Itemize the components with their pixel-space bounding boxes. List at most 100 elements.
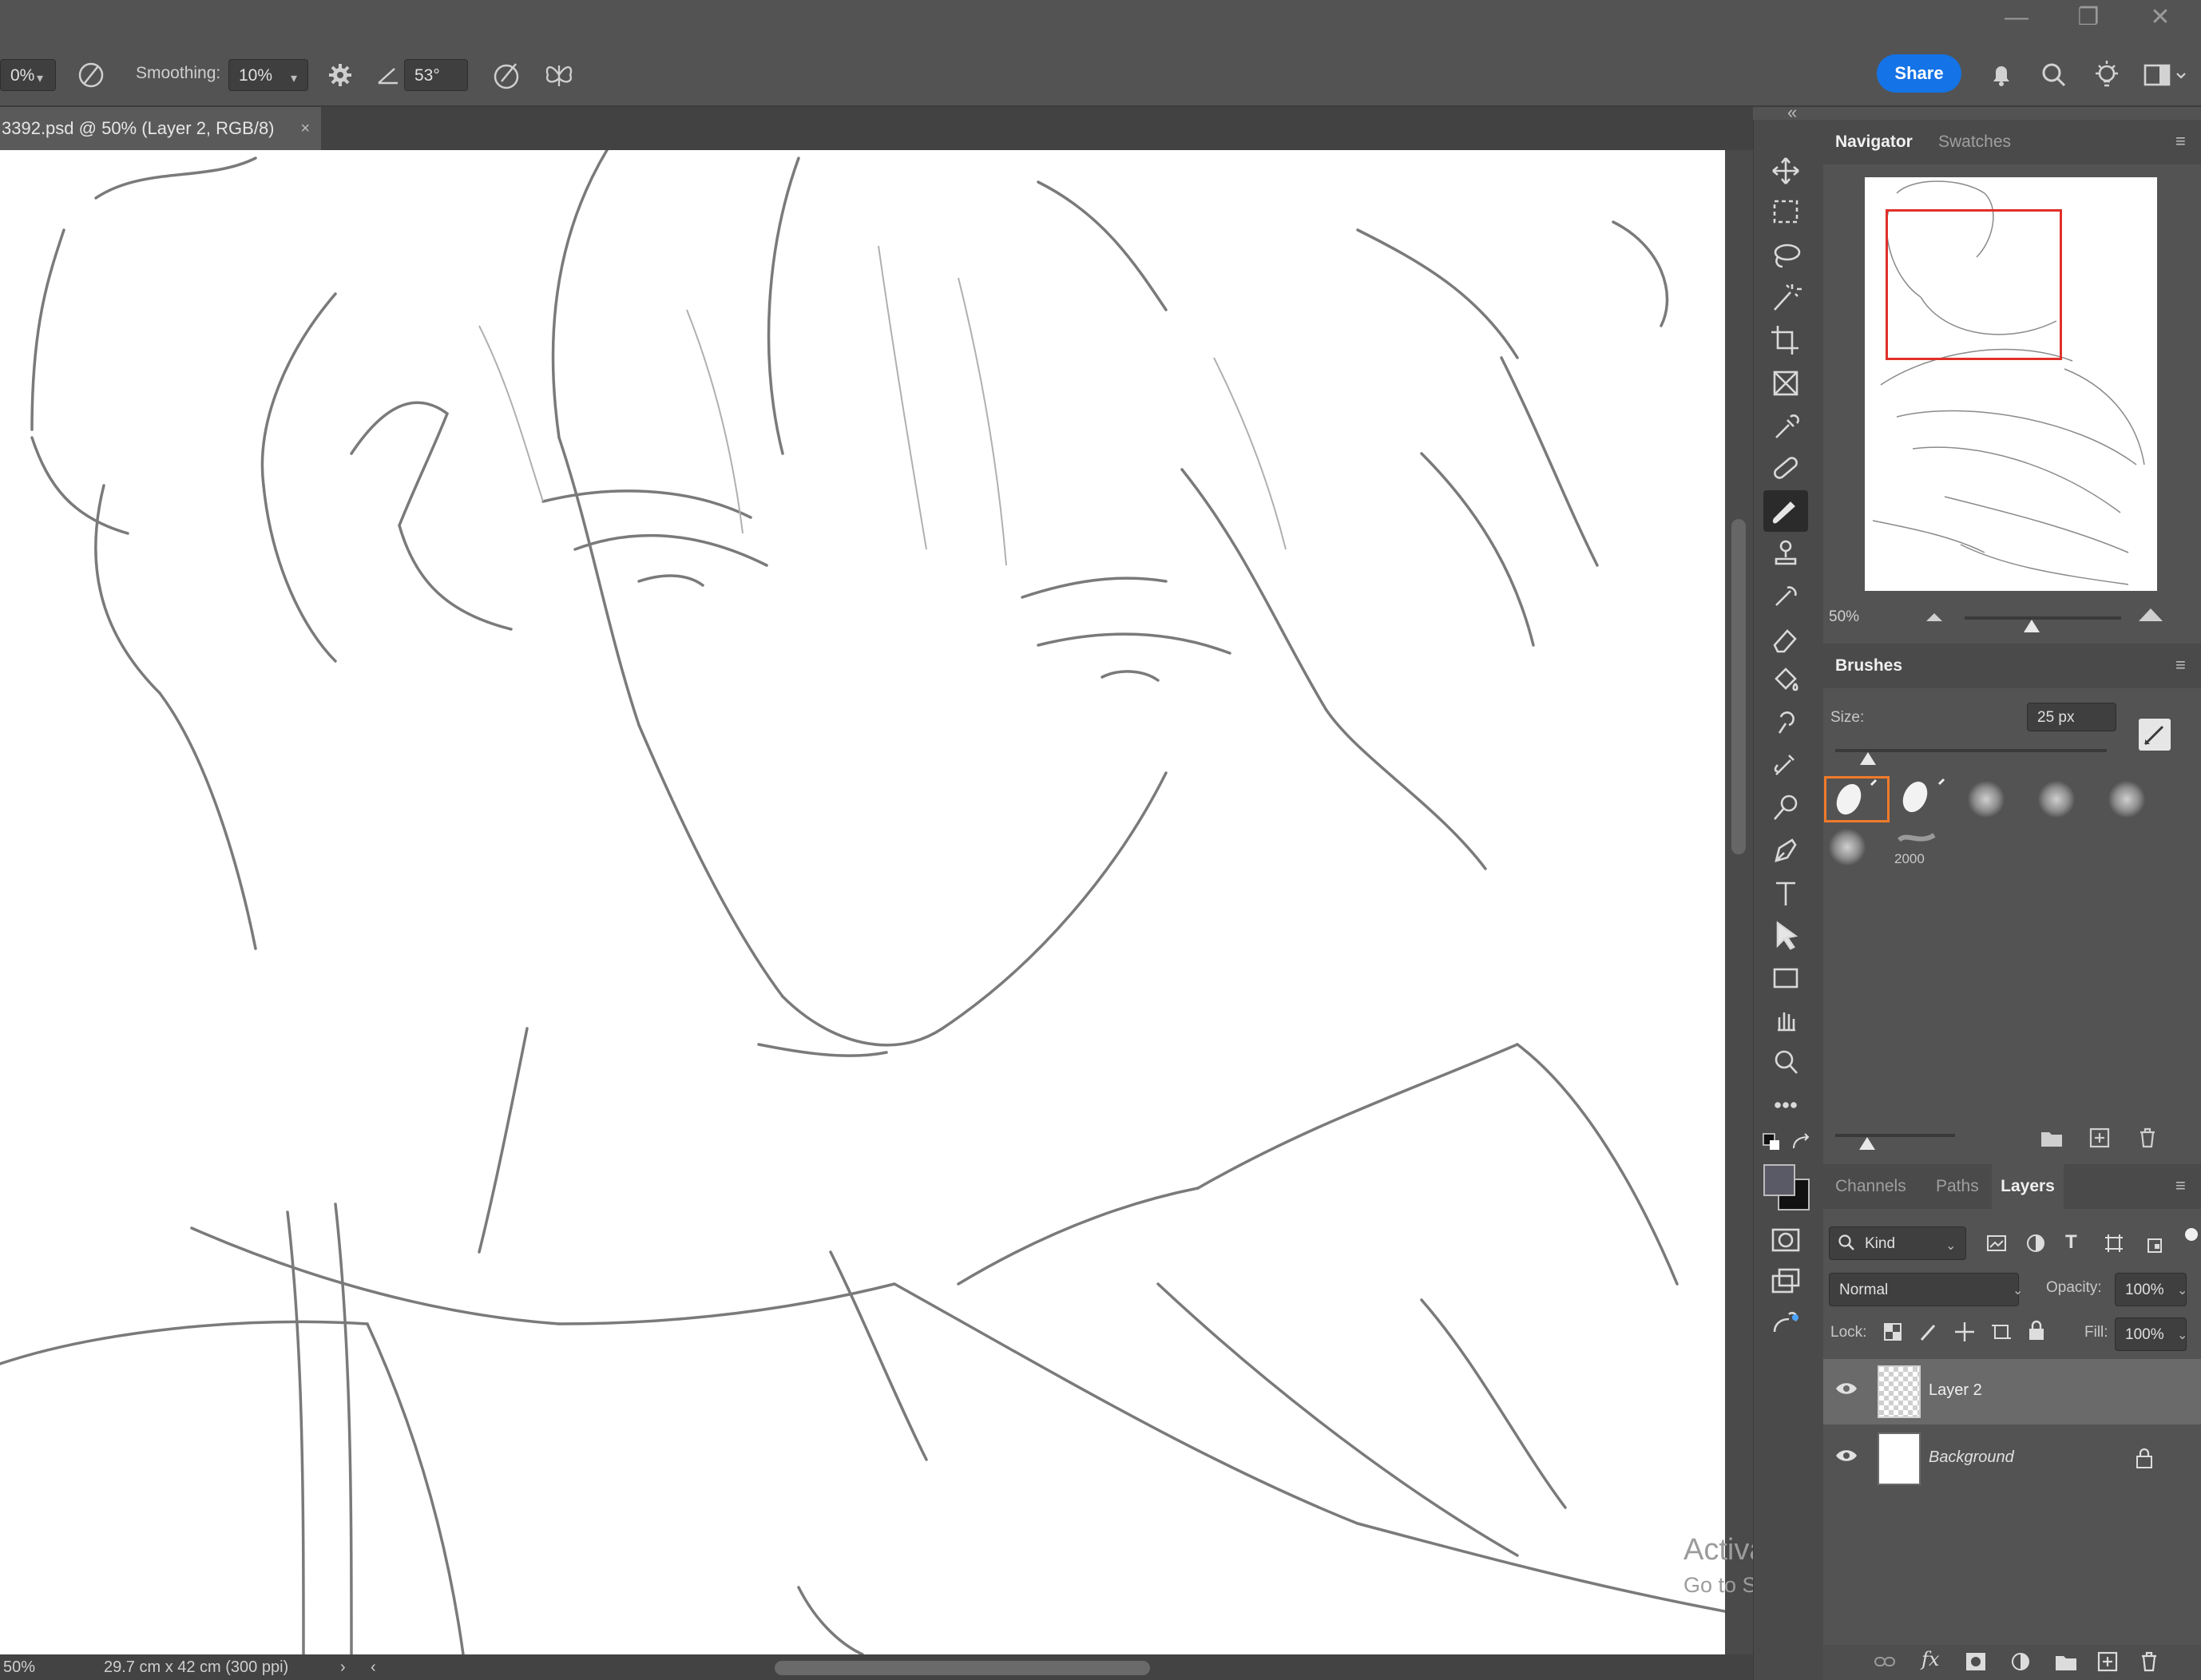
horizontal-scrollbar-thumb[interactable] (775, 1661, 1150, 1675)
link-layers-icon[interactable] (1874, 1651, 1898, 1672)
brush-preset-texture[interactable]: 2000 (1894, 827, 1942, 870)
tab-brushes[interactable]: Brushes (1835, 644, 1902, 688)
blend-mode-chevron-icon[interactable]: ⌄ (2013, 1282, 2023, 1298)
settings-gear-icon[interactable] (323, 57, 358, 93)
brush-zoom-field[interactable]: 0% (0, 59, 56, 91)
eraser-tool-icon[interactable] (1767, 621, 1805, 656)
brush-settings-icon[interactable] (2139, 719, 2171, 751)
symmetry-butterfly-icon[interactable] (541, 57, 577, 93)
hand-rotate-tool-icon[interactable] (1767, 1003, 1805, 1038)
layer-name[interactable]: Background (1929, 1448, 2014, 1467)
brush-size-field[interactable]: 25 px (2027, 703, 2116, 731)
layers-panel-menu-icon[interactable]: ≡ (2175, 1175, 2186, 1196)
canvas[interactable] (0, 150, 1725, 1654)
eyedropper-tool-icon[interactable] (1767, 409, 1805, 444)
lock-image-pixels-icon[interactable] (1918, 1321, 1939, 1343)
filter-adjustment-layer-icon[interactable] (2025, 1233, 2046, 1254)
brush-preset-soft-round-3[interactable] (2108, 781, 2145, 818)
filter-type-layer-icon[interactable]: T (2065, 1231, 2077, 1254)
status-info-arrow-icon[interactable]: › (340, 1654, 346, 1680)
brush-preset-hard-round-selected[interactable] (1824, 776, 1890, 822)
rectangle-tool-icon[interactable] (1767, 960, 1805, 995)
minimize-button[interactable]: — (1981, 0, 2052, 40)
layer-style-fx-icon[interactable]: fx (1921, 1648, 1939, 1670)
foreground-color-swatch[interactable] (1763, 1164, 1795, 1196)
tab-channels[interactable]: Channels (1835, 1164, 1906, 1209)
new-adjustment-layer-icon[interactable] (2009, 1651, 2032, 1672)
zoom-tool-icon[interactable] (1767, 1044, 1805, 1080)
brush-preset-soft-round-4[interactable] (1829, 829, 1866, 866)
tab-paths[interactable]: Paths (1936, 1164, 1979, 1209)
swap-colors-icon[interactable] (1789, 1132, 1813, 1153)
notifications-bell-icon[interactable] (1985, 59, 2017, 91)
more-tools-icon[interactable] (1767, 1088, 1805, 1123)
smoothing-dropdown-icon[interactable]: ▾ (291, 70, 297, 86)
zoom-in-mountain-icon[interactable] (2137, 607, 2164, 623)
navigator-zoom-slider-knob[interactable] (2024, 620, 2040, 632)
fill-field[interactable]: 100% (2115, 1317, 2187, 1351)
brush-preview-size-knob[interactable] (1859, 1137, 1875, 1150)
layer-lock-icon[interactable] (2135, 1447, 2154, 1469)
navigator-panel-menu-icon[interactable]: ≡ (2175, 131, 2186, 152)
workspace-layout-icon[interactable] (2142, 59, 2190, 91)
layer-row-layer-2[interactable]: Layer 2 (1823, 1359, 2201, 1424)
filter-shape-layer-icon[interactable] (2104, 1233, 2124, 1254)
pen-tool-icon[interactable] (1767, 832, 1805, 867)
new-group-folder-icon[interactable] (2054, 1651, 2078, 1672)
filter-pixel-layer-icon[interactable] (1985, 1233, 2008, 1254)
horizontal-scroll-left-icon[interactable]: ‹ (371, 1654, 376, 1680)
layer-visibility-eye-icon[interactable] (1834, 1380, 1858, 1397)
kind-dropdown-chevron-icon[interactable]: ⌄ (1945, 1238, 1956, 1254)
status-zoom[interactable]: 50% (3, 1654, 35, 1680)
discover-lightbulb-icon[interactable] (2091, 57, 2123, 93)
lasso-tool-icon[interactable] (1767, 238, 1805, 273)
type-tool-icon[interactable] (1767, 875, 1805, 910)
lock-position-icon[interactable] (1953, 1321, 1976, 1343)
generative-fill-icon[interactable] (1767, 1308, 1805, 1343)
close-document-tab-icon[interactable]: × (300, 107, 310, 150)
vertical-scrollbar[interactable] (1725, 150, 1753, 1654)
delete-brush-trash-icon[interactable] (2136, 1126, 2159, 1150)
new-brush-group-folder-icon[interactable] (2040, 1127, 2064, 1148)
new-brush-icon[interactable] (2088, 1126, 2112, 1150)
restore-button[interactable]: ❐ (2052, 0, 2124, 40)
tab-navigator[interactable]: Navigator (1835, 120, 1913, 164)
lock-transparent-pixels-icon[interactable] (1883, 1322, 1902, 1341)
brush-preview-size-slider[interactable] (1835, 1134, 1955, 1137)
close-button[interactable]: ✕ (2124, 0, 2196, 40)
magic-wand-tool-icon[interactable] (1767, 279, 1805, 315)
marquee-tool-icon[interactable] (1767, 195, 1805, 230)
delete-layer-trash-icon[interactable] (2137, 1650, 2161, 1674)
lock-artboard-icon[interactable] (1990, 1321, 2013, 1343)
crop-tool-icon[interactable] (1767, 323, 1805, 358)
brush-size-slider[interactable] (1835, 749, 2107, 752)
zoom-out-mountain-icon[interactable] (1925, 610, 1944, 623)
brush-preset-soft-round-1[interactable] (1968, 781, 2005, 818)
vertical-scrollbar-thumb[interactable] (1731, 519, 1746, 854)
add-layer-mask-icon[interactable] (1965, 1651, 1987, 1672)
filter-smart-object-icon[interactable] (2145, 1233, 2166, 1254)
history-brush-tool-icon[interactable] (1767, 578, 1805, 613)
brushes-panel-menu-icon[interactable]: ≡ (2175, 655, 2186, 676)
document-tab[interactable]: 3392.psd @ 50% (Layer 2, RGB/8) × (0, 107, 321, 150)
brush-preset-soft-round-2[interactable] (2038, 781, 2075, 818)
lock-all-icon[interactable] (2027, 1319, 2046, 1341)
navigator-zoom-slider[interactable] (1965, 616, 2121, 620)
smudge-tool-icon[interactable] (1767, 706, 1805, 741)
clone-stamp-tool-icon[interactable] (1767, 537, 1805, 572)
opacity-field[interactable]: 100% (2115, 1273, 2187, 1306)
brush-tool-icon[interactable] (1767, 493, 1805, 529)
layer-visibility-eye-icon[interactable] (1834, 1447, 1858, 1464)
paint-bucket-tool-icon[interactable] (1767, 663, 1805, 698)
brush-preset-hard-round[interactable] (1894, 776, 1955, 822)
opacity-chevron-icon[interactable]: ⌄ (2177, 1282, 2187, 1298)
dodge-tool-icon[interactable] (1767, 790, 1805, 826)
pressure-opacity-icon[interactable] (73, 59, 109, 91)
move-tool-icon[interactable] (1767, 153, 1805, 188)
angle-field[interactable]: 53° (404, 59, 468, 91)
mixer-brush-tool-icon[interactable] (1767, 747, 1805, 783)
share-button[interactable]: Share (1877, 54, 1961, 93)
new-layer-icon[interactable] (2096, 1650, 2120, 1674)
navigator-view-box[interactable] (1886, 209, 2062, 360)
fill-chevron-icon[interactable]: ⌄ (2177, 1327, 2187, 1343)
